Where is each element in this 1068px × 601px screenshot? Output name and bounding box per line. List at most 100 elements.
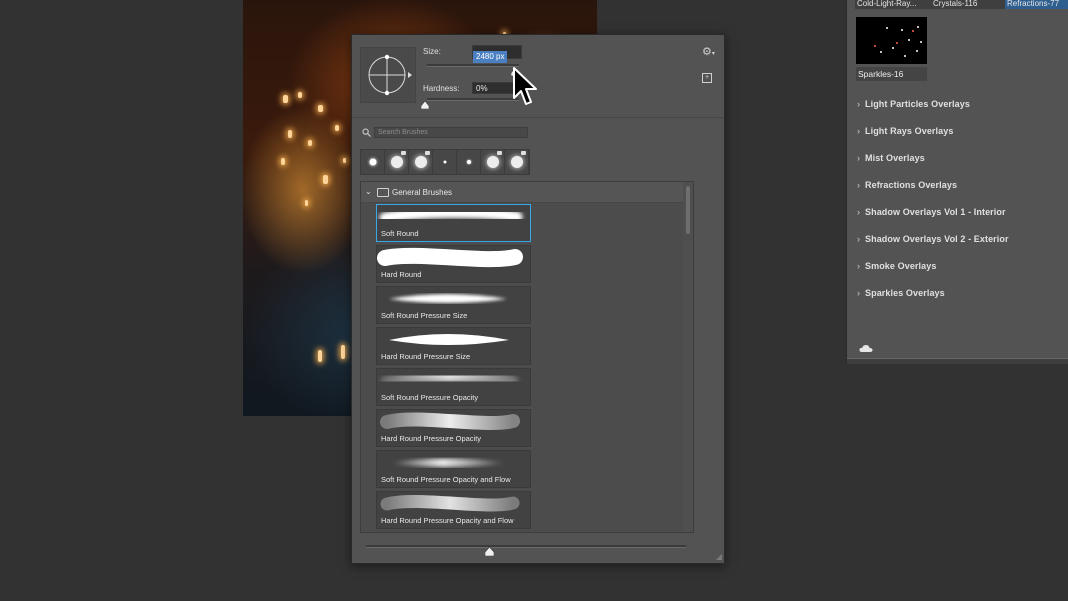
brush-stroke-preview — [380, 494, 520, 512]
preview-size-slider[interactable] — [366, 545, 686, 548]
brush-stroke-preview — [381, 370, 518, 387]
folder-label: Smoke Overlays — [865, 261, 937, 271]
brush-preset-item[interactable]: Hard Round — [376, 245, 531, 283]
divider — [352, 117, 724, 118]
brush-preset-item[interactable]: Hard Round Pressure Size — [376, 327, 531, 365]
group-name: General Brushes — [392, 188, 453, 197]
list-scrollbar[interactable] — [683, 182, 693, 532]
folder-item[interactable]: › Mist Overlays — [857, 153, 925, 163]
folder-item[interactable]: › Light Rays Overlays — [857, 126, 953, 136]
chevron-right-icon: › — [857, 180, 861, 190]
thumbnail-label[interactable]: Cold-Light-Ray... — [855, 0, 933, 9]
recent-brush[interactable] — [361, 150, 385, 174]
recent-brush[interactable] — [433, 150, 457, 174]
size-value: 2480 px — [473, 51, 508, 63]
folder-label: Light Particles Overlays — [865, 99, 970, 109]
folder-label: Sparkles Overlays — [865, 288, 945, 298]
sparkle — [281, 158, 285, 165]
overlays-library-panel: Cold-Light-Ray... Crystals-116 Refractio… — [846, 0, 1068, 364]
sparkle — [335, 125, 339, 131]
recent-brushes — [360, 149, 530, 175]
brush-stroke-preview — [377, 247, 523, 268]
brush-stroke-preview — [391, 458, 505, 467]
folder-item[interactable]: › Refractions Overlays — [857, 180, 957, 190]
recent-brush[interactable] — [409, 150, 433, 174]
chevron-right-icon: › — [857, 153, 861, 163]
hardness-slider-thumb[interactable] — [421, 101, 429, 109]
chevron-down-icon: ⌄ — [365, 187, 372, 196]
folder-item[interactable]: › Light Particles Overlays — [857, 99, 970, 109]
folder-label: Mist Overlays — [865, 153, 925, 163]
folder-label: Shadow Overlays Vol 1 - Interior — [865, 207, 1006, 217]
sparkle — [308, 140, 312, 146]
brush-group-general[interactable]: ⌄ General Brushes — [361, 182, 683, 203]
selected-thumbnail-label[interactable]: Sparkles-16 — [856, 67, 927, 81]
preview-size-thumb[interactable] — [485, 547, 494, 556]
thumbnail-label[interactable]: Refractions-77 — [1005, 0, 1068, 9]
search-brushes-input[interactable]: Search Brushes — [374, 127, 528, 138]
search-icon — [362, 128, 371, 137]
size-label: Size: — [423, 47, 441, 56]
brush-name: Soft Round Pressure Size — [381, 311, 468, 320]
folder-item[interactable]: › Sparkles Overlays — [857, 288, 945, 298]
folder-label: Light Rays Overlays — [865, 126, 954, 136]
brush-tip-preview[interactable] — [360, 47, 416, 103]
panel-bottom-edge — [847, 358, 1068, 364]
chevron-right-icon: › — [857, 261, 861, 271]
folder-label: Shadow Overlays Vol 2 - Exterior — [865, 234, 1009, 244]
brush-name: Hard Round Pressure Opacity — [381, 434, 482, 443]
brush-name: Soft Round Pressure Opacity — [381, 393, 479, 402]
sparkle — [318, 350, 322, 362]
hardness-slider[interactable] — [427, 98, 519, 101]
sparkle — [288, 130, 292, 138]
brush-preset-item[interactable]: Soft Round Pressure Size — [376, 286, 531, 324]
brush-preset-item[interactable]: Hard Round Pressure Opacity — [376, 409, 531, 447]
brush-preset-item[interactable]: Soft Round — [376, 204, 531, 242]
brush-stroke-preview — [389, 294, 507, 303]
brush-name: Hard Round Pressure Opacity and Flow — [381, 516, 514, 525]
size-slider[interactable] — [427, 64, 519, 67]
chevron-right-icon: › — [857, 126, 861, 136]
chevron-right-icon: › — [857, 99, 861, 109]
cloud-icon[interactable] — [859, 344, 873, 353]
recent-brush[interactable] — [385, 150, 409, 174]
brush-name: Hard Round — [381, 270, 422, 279]
recent-brush[interactable] — [481, 150, 505, 174]
new-preset-icon[interactable]: + — [702, 73, 712, 83]
sparkle — [283, 95, 288, 103]
sparkle — [341, 345, 345, 359]
brush-stroke-preview — [379, 207, 523, 224]
thumbnail-label[interactable]: Crystals-116 — [931, 0, 1007, 9]
brush-name: Soft Round Pressure Opacity and Flow — [381, 475, 511, 484]
brush-preset-item[interactable]: Soft Round Pressure Opacity and Flow — [376, 450, 531, 488]
folder-item[interactable]: › Shadow Overlays Vol 2 - Exterior — [857, 234, 1009, 244]
brush-list: ⌄ General Brushes Soft Round Hard Round … — [360, 181, 694, 533]
resize-grip-icon[interactable]: ◢ — [716, 552, 722, 561]
brush-stroke-preview — [380, 412, 520, 430]
brush-preset-item[interactable]: Soft Round Pressure Opacity — [376, 368, 531, 406]
recent-brush[interactable] — [457, 150, 481, 174]
chevron-right-icon: › — [857, 234, 861, 244]
size-input[interactable]: 2480 px — [472, 45, 522, 63]
folder-item[interactable]: › Smoke Overlays — [857, 261, 936, 271]
brush-preset-item[interactable]: Hard Round Pressure Opacity and Flow — [376, 491, 531, 529]
hardness-label: Hardness: — [423, 84, 460, 93]
mouse-cursor-icon — [513, 67, 537, 105]
brush-angle-icon — [368, 54, 412, 96]
sparkle — [318, 105, 323, 112]
sparkles-thumbnail[interactable] — [856, 17, 927, 64]
chevron-right-icon: › — [857, 288, 861, 298]
brush-name: Soft Round — [381, 229, 419, 238]
gear-icon[interactable]: ⚙▾ — [702, 45, 715, 58]
folder-item[interactable]: › Shadow Overlays Vol 1 - Interior — [857, 207, 1006, 217]
brush-name: Hard Round Pressure Size — [381, 352, 471, 361]
folder-icon — [377, 188, 389, 197]
brush-preset-panel: Size: 2480 px Hardness: 0% ⚙▾ + Search B… — [351, 34, 725, 564]
sparkle — [305, 200, 308, 206]
sparkle — [323, 175, 328, 184]
sparkle — [343, 158, 346, 163]
scrollbar-thumb[interactable] — [686, 186, 690, 234]
chevron-right-icon: › — [857, 207, 861, 217]
recent-brush[interactable] — [505, 150, 529, 174]
sparkle — [298, 92, 302, 98]
